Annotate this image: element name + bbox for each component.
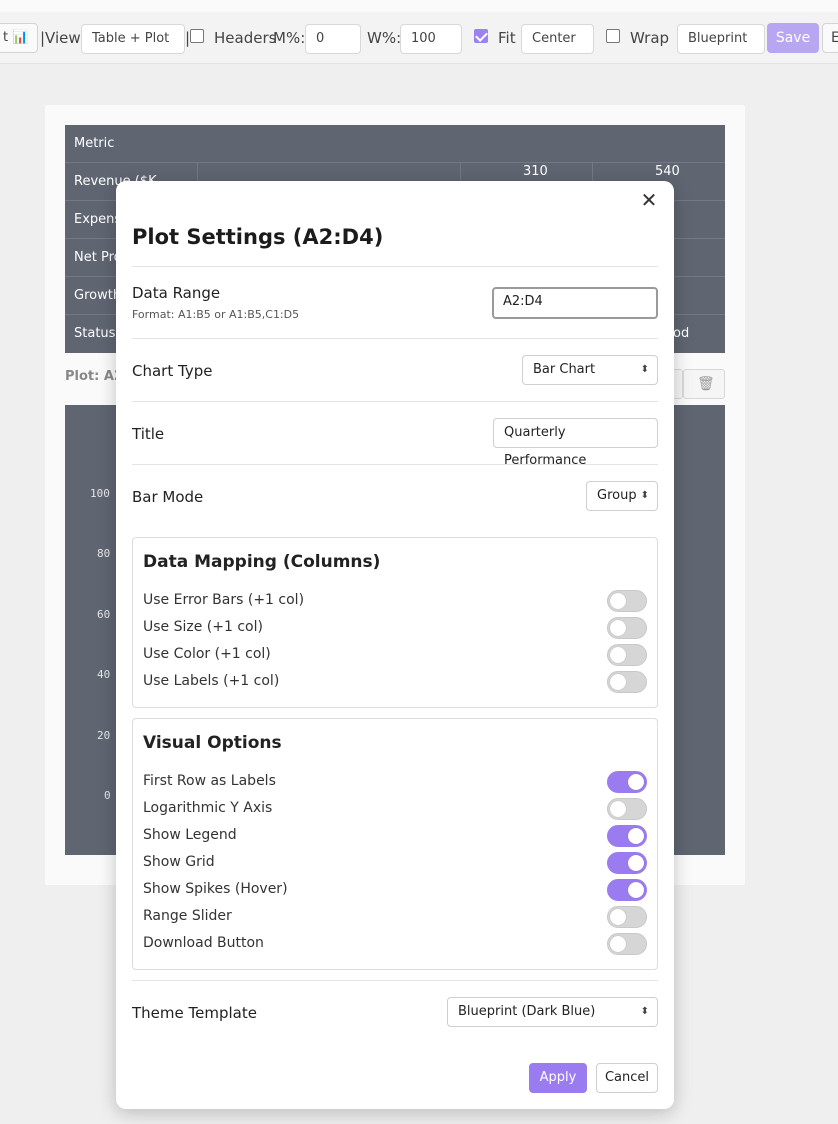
toggle-row: Show Grid — [143, 851, 647, 875]
align-select[interactable]: Center — [521, 24, 594, 54]
y-tick-label: 20 — [97, 729, 111, 742]
y-tick-label: 0 — [104, 789, 111, 802]
plot-label: Plot: A2 — [65, 369, 123, 384]
toggle-row: Download Button — [143, 932, 647, 956]
table-cell: Net Pro — [74, 250, 122, 265]
divider — [132, 266, 658, 267]
fit-label: Fit — [498, 29, 516, 47]
bar-mode-select[interactable]: Group ⬍ — [586, 481, 658, 511]
close-icon[interactable]: ✕ — [638, 189, 660, 211]
divider — [132, 401, 658, 402]
divider — [132, 464, 658, 465]
toolbar-top-strip — [0, 0, 838, 12]
view-label: |View: — [40, 29, 85, 47]
table-cell: Expens — [74, 212, 122, 227]
show-spikes-toggle[interactable] — [607, 879, 647, 901]
chart-type-label: Chart Type — [132, 362, 213, 380]
toggle-row: Use Error Bars (+1 col) — [143, 589, 647, 613]
labels-toggle[interactable] — [607, 671, 647, 693]
toggle-row: Range Slider — [143, 905, 647, 929]
toggle-row: Use Labels (+1 col) — [143, 670, 647, 694]
toggle-row: Show Legend — [143, 824, 647, 848]
cancel-button[interactable]: Cancel — [596, 1063, 658, 1093]
range-slider-toggle[interactable] — [607, 906, 647, 928]
select-arrows-icon: ⬍ — [640, 364, 649, 375]
table-cell: Metric — [74, 136, 115, 151]
headers-label: Headers — [214, 29, 277, 47]
chart-toggle-button[interactable]: t 📊 — [0, 23, 38, 53]
data-mapping-section: Data Mapping (Columns) Use Error Bars (+… — [132, 537, 658, 708]
width-label: W%: — [367, 29, 402, 47]
toggle-row: Show Spikes (Hover) — [143, 878, 647, 902]
data-mapping-title: Data Mapping (Columns) — [143, 552, 381, 572]
toggle-row: Logarithmic Y Axis — [143, 797, 647, 821]
bar-mode-value: Group — [597, 488, 637, 503]
margin-input[interactable]: 0 — [305, 24, 361, 54]
toggle-label: Show Spikes (Hover) — [143, 881, 288, 897]
table-cell: Growth — [74, 288, 122, 303]
bar-mode-label: Bar Mode — [132, 488, 204, 506]
y-tick-label: 100 — [90, 487, 110, 500]
margin-label: M%: — [273, 29, 306, 47]
select-arrows-icon: ⬍ — [640, 490, 649, 501]
chart-type-select[interactable]: Bar Chart ⬍ — [522, 355, 658, 385]
data-range-label: Data Range — [132, 284, 221, 302]
divider — [132, 980, 658, 981]
chart-type-value: Bar Chart — [533, 362, 596, 377]
dialog-title: Plot Settings (A2:D4) — [132, 225, 384, 249]
show-legend-toggle[interactable] — [607, 825, 647, 847]
trash-icon: 🗑 — [697, 376, 715, 392]
toggle-label: First Row as Labels — [143, 773, 276, 789]
delete-plot-button[interactable]: 🗑 — [683, 369, 725, 399]
plot-settings-dialog: ✕ Plot Settings (A2:D4) Data Range Forma… — [116, 181, 674, 1109]
export-button[interactable]: E — [822, 23, 838, 53]
wrap-label: Wrap — [630, 29, 670, 47]
width-input[interactable]: 100 — [400, 24, 462, 54]
theme-template-value: Blueprint (Dark Blue) — [458, 1004, 596, 1019]
visual-options-section: Visual Options First Row as Labels Logar… — [132, 718, 658, 970]
divider — [132, 338, 658, 339]
wrap-checkbox[interactable] — [606, 29, 620, 43]
toggle-label: Logarithmic Y Axis — [143, 800, 273, 816]
select-arrows-icon: ⬍ — [640, 1006, 649, 1017]
view-select[interactable]: Table + Plot — [81, 24, 185, 54]
log-y-toggle[interactable] — [607, 798, 647, 820]
first-row-labels-toggle[interactable] — [607, 771, 647, 793]
color-toggle[interactable] — [607, 644, 647, 666]
toggle-label: Download Button — [143, 935, 264, 951]
theme-template-select[interactable]: Blueprint (Dark Blue) ⬍ — [447, 997, 658, 1027]
toggle-label: Show Legend — [143, 827, 237, 843]
y-tick-label: 40 — [97, 668, 111, 681]
toggle-row: First Row as Labels — [143, 770, 647, 794]
data-range-hint: Format: A1:B5 or A1:B5,C1:D5 — [132, 308, 300, 321]
data-range-input[interactable]: A2:D4 — [492, 287, 658, 319]
table-cell: Status — [74, 326, 116, 341]
fit-checkbox[interactable] — [474, 29, 488, 43]
toggle-row: Use Size (+1 col) — [143, 616, 647, 640]
toggle-label: Use Error Bars (+1 col) — [143, 592, 305, 608]
download-button-toggle[interactable] — [607, 933, 647, 955]
toggle-label: Use Color (+1 col) — [143, 646, 271, 662]
visual-options-title: Visual Options — [143, 733, 282, 753]
size-toggle[interactable] — [607, 617, 647, 639]
error-bars-toggle[interactable] — [607, 590, 647, 612]
theme-template-label: Theme Template — [132, 1004, 257, 1022]
save-button[interactable]: Save — [767, 23, 819, 53]
toggle-label: Use Size (+1 col) — [143, 619, 263, 635]
headers-checkbox[interactable] — [190, 29, 204, 43]
toggle-row: Use Color (+1 col) — [143, 643, 647, 667]
toolbar: t 📊 |View: Table + Plot | Headers M%: 0 … — [0, 0, 838, 64]
toggle-label: Range Slider — [143, 908, 232, 924]
y-tick-label: 80 — [97, 547, 111, 560]
toggle-label: Show Grid — [143, 854, 215, 870]
show-grid-toggle[interactable] — [607, 852, 647, 874]
toggle-label: Use Labels (+1 col) — [143, 673, 280, 689]
theme-input[interactable]: Blueprint — [677, 24, 765, 54]
apply-button[interactable]: Apply — [529, 1063, 587, 1093]
title-label: Title — [132, 425, 165, 443]
table-row: Metric — [65, 125, 725, 163]
title-input[interactable]: Quarterly Performance — [493, 418, 658, 468]
y-tick-label: 60 — [97, 608, 111, 621]
